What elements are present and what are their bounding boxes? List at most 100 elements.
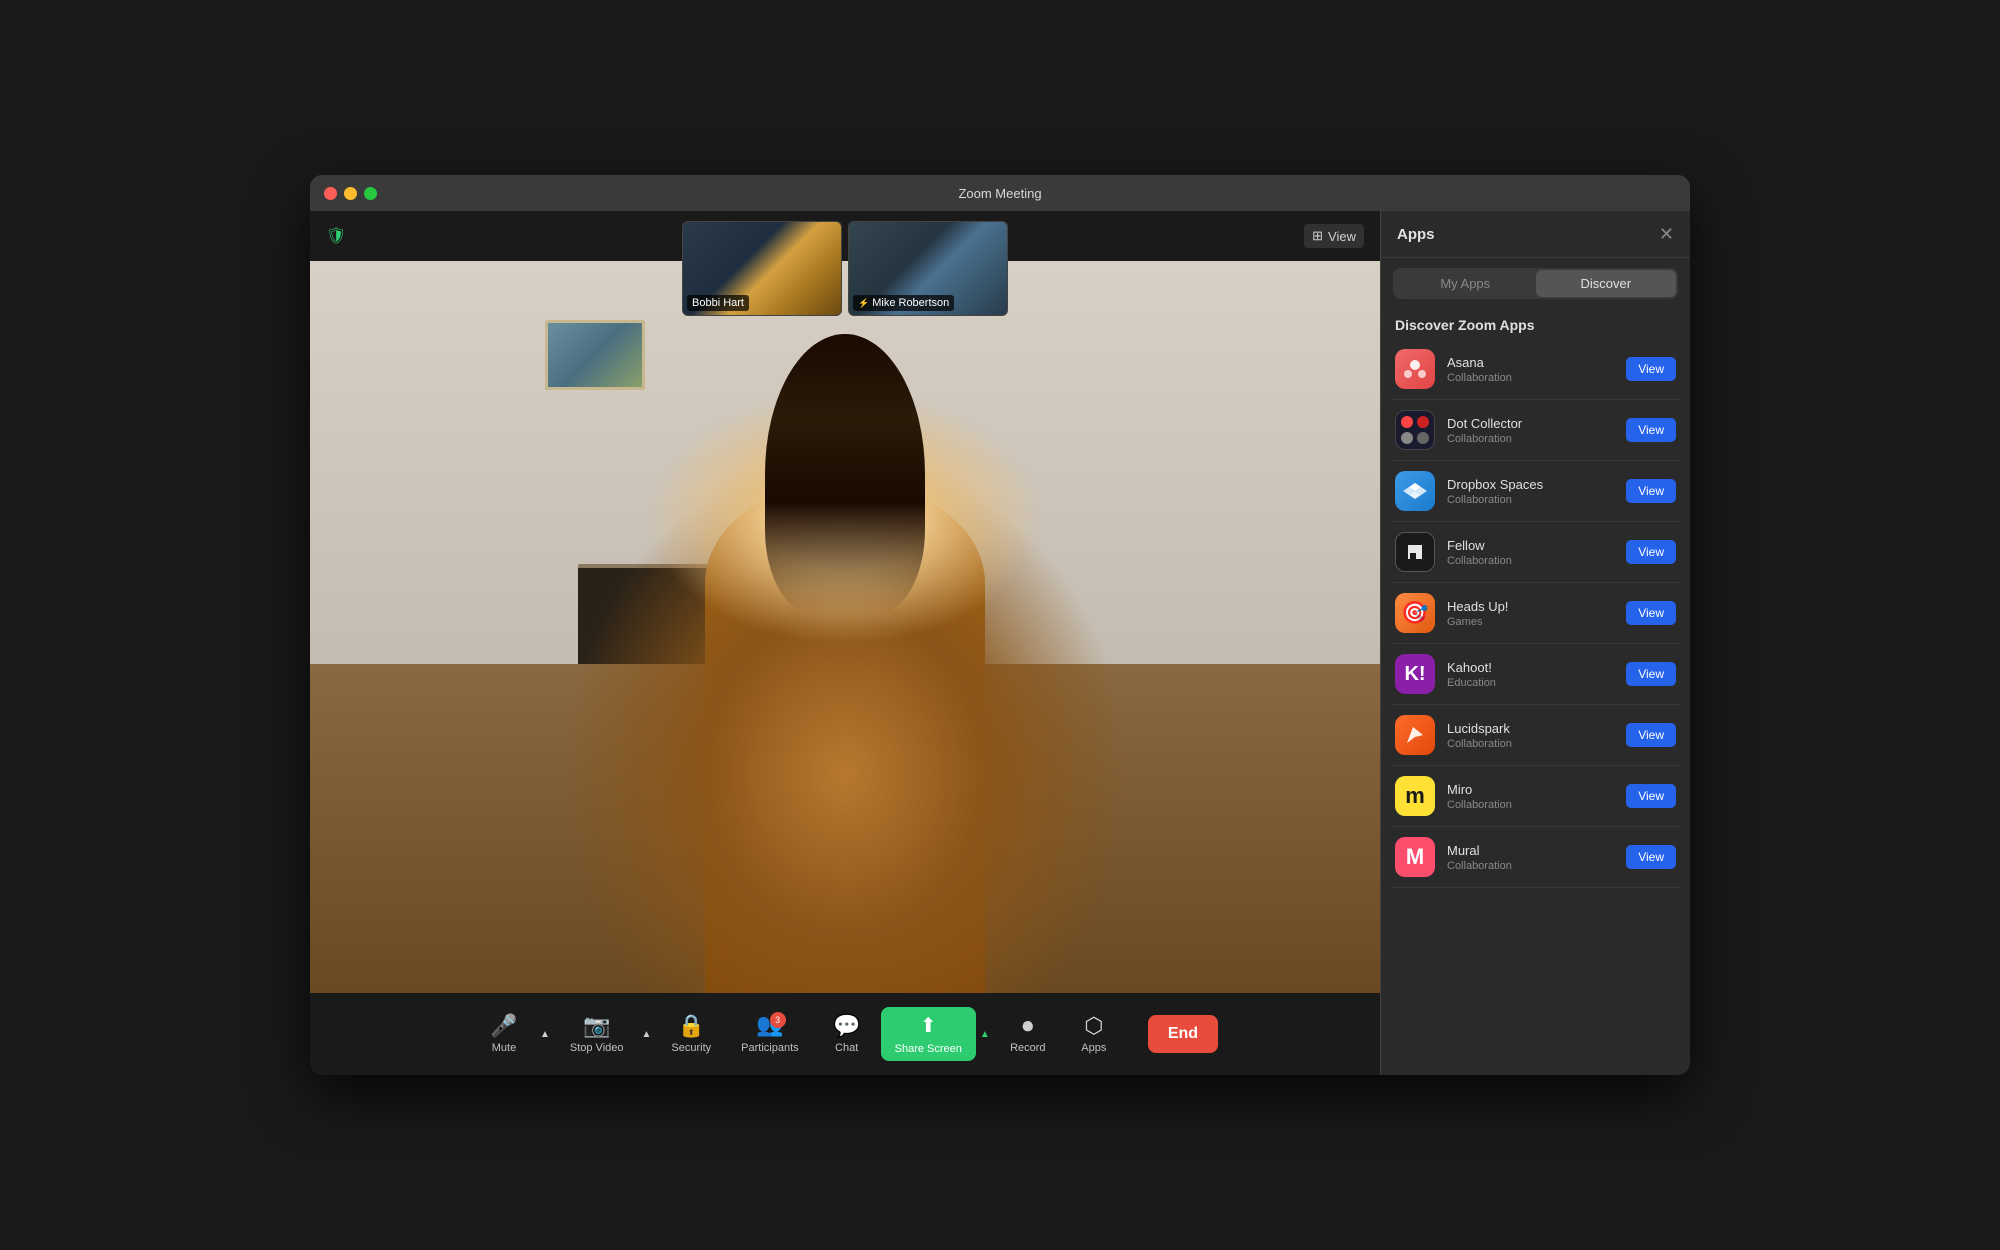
video-chevron[interactable]: ▲ bbox=[638, 1023, 656, 1046]
top-bar: 🛡 Bobbi Hart ⚡ Mike Robertson bbox=[310, 211, 1380, 261]
participants-label: Participants bbox=[741, 1042, 798, 1054]
record-button[interactable]: ⏺ Record bbox=[996, 1009, 1060, 1060]
dot-collector-name: Dot Collector bbox=[1447, 416, 1614, 431]
app-item-asana: Asana Collaboration View bbox=[1391, 339, 1680, 400]
asana-info: Asana Collaboration bbox=[1447, 355, 1614, 384]
asana-view-button[interactable]: View bbox=[1626, 357, 1676, 381]
app-item-lucidspark: Lucidspark Collaboration View bbox=[1391, 705, 1680, 766]
minimize-window-button[interactable] bbox=[344, 187, 357, 200]
fellow-view-button[interactable]: View bbox=[1626, 540, 1676, 564]
share-screen-button[interactable]: ⬆ Share Screen bbox=[881, 1007, 976, 1061]
chat-label: Chat bbox=[835, 1042, 858, 1054]
close-window-button[interactable] bbox=[324, 187, 337, 200]
maximize-window-button[interactable] bbox=[364, 187, 377, 200]
headsup-view-button[interactable]: View bbox=[1626, 601, 1676, 625]
mic-indicator-icon: ⚡ bbox=[858, 298, 869, 309]
security-icon: 🔒 bbox=[678, 1015, 705, 1037]
view-button[interactable]: ⊞ View bbox=[1304, 224, 1364, 248]
mute-label: Mute bbox=[492, 1042, 516, 1054]
dot-collector-category: Collaboration bbox=[1447, 433, 1614, 445]
chat-button[interactable]: 💬 Chat bbox=[815, 1009, 879, 1060]
camera-icon: 📷 bbox=[583, 1015, 610, 1037]
stop-video-label: Stop Video bbox=[570, 1042, 624, 1054]
dot-collector-info: Dot Collector Collaboration bbox=[1447, 416, 1614, 445]
stop-video-button[interactable]: 📷 Stop Video bbox=[556, 1009, 638, 1060]
miro-icon: m bbox=[1395, 776, 1435, 816]
thumbnail-mike[interactable]: ⚡ Mike Robertson bbox=[848, 221, 1008, 316]
headsup-category: Games bbox=[1447, 616, 1614, 628]
app-item-dot-collector: Dot Collector Collaboration View bbox=[1391, 400, 1680, 461]
app-item-headsup: 🎯 Heads Up! Games View bbox=[1391, 583, 1680, 644]
asana-name: Asana bbox=[1447, 355, 1614, 370]
apps-list: Asana Collaboration View bbox=[1381, 339, 1690, 1075]
microphone-icon: 🎤 bbox=[490, 1015, 517, 1037]
participants-button[interactable]: 👥 3 Participants bbox=[727, 1008, 812, 1060]
participants-icon-wrap: 👥 3 bbox=[756, 1014, 783, 1037]
security-label: Security bbox=[671, 1042, 711, 1054]
share-icon-wrap: ⬆ bbox=[920, 1013, 937, 1038]
mute-chevron[interactable]: ▲ bbox=[536, 1023, 554, 1046]
mural-category: Collaboration bbox=[1447, 860, 1614, 872]
view-label: View bbox=[1328, 229, 1356, 244]
dropbox-info: Dropbox Spaces Collaboration bbox=[1447, 477, 1614, 506]
thumbnail-bobbi[interactable]: Bobbi Hart bbox=[682, 221, 842, 316]
mute-group: 🎤 Mute ▲ bbox=[472, 1009, 554, 1060]
security-badge: 🛡 bbox=[326, 226, 346, 246]
share-screen-group: ⬆ Share Screen ▲ bbox=[881, 1007, 994, 1061]
person-hair bbox=[765, 334, 925, 614]
shield-icon: 🛡 bbox=[326, 226, 346, 246]
dot-collector-view-button[interactable]: View bbox=[1626, 418, 1676, 442]
view-icon: ⊞ bbox=[1312, 228, 1323, 244]
apps-icon: ⬡ bbox=[1084, 1015, 1103, 1037]
share-chevron[interactable]: ▲ bbox=[976, 1023, 994, 1046]
miro-info: Miro Collaboration bbox=[1447, 782, 1614, 811]
headsup-info: Heads Up! Games bbox=[1447, 599, 1614, 628]
mural-info: Mural Collaboration bbox=[1447, 843, 1614, 872]
app-item-dropbox: Dropbox Spaces Collaboration View bbox=[1391, 461, 1680, 522]
end-button[interactable]: End bbox=[1148, 1015, 1218, 1053]
zoom-window: Zoom Meeting 🛡 Bobbi Hart bbox=[310, 175, 1690, 1075]
fellow-name: Fellow bbox=[1447, 538, 1614, 553]
record-icon: ⏺ bbox=[1022, 1015, 1033, 1037]
fellow-category: Collaboration bbox=[1447, 555, 1614, 567]
main-video-background bbox=[310, 261, 1380, 993]
dropbox-view-button[interactable]: View bbox=[1626, 479, 1676, 503]
kahoot-view-button[interactable]: View bbox=[1626, 662, 1676, 686]
video-section: 🛡 Bobbi Hart ⚡ Mike Robertson bbox=[310, 211, 1380, 1075]
participant-name-bobbi: Bobbi Hart bbox=[692, 297, 744, 309]
title-bar: Zoom Meeting bbox=[310, 175, 1690, 211]
security-button[interactable]: 🔒 Security bbox=[657, 1009, 725, 1060]
lucidspark-name: Lucidspark bbox=[1447, 721, 1614, 736]
dropbox-icon bbox=[1395, 471, 1435, 511]
apps-panel: Apps ✕ My Apps Discover Discover Zoom Ap… bbox=[1380, 211, 1690, 1075]
kahoot-category: Education bbox=[1447, 677, 1614, 689]
participant-thumbnails: Bobbi Hart ⚡ Mike Robertson bbox=[682, 221, 1008, 316]
lucidspark-category: Collaboration bbox=[1447, 738, 1614, 750]
record-label: Record bbox=[1010, 1042, 1045, 1054]
mural-view-button[interactable]: View bbox=[1626, 845, 1676, 869]
window-controls bbox=[324, 187, 377, 200]
close-apps-panel-button[interactable]: ✕ bbox=[1659, 225, 1674, 243]
discover-section-title: Discover Zoom Apps bbox=[1381, 309, 1690, 339]
lucidspark-view-button[interactable]: View bbox=[1626, 723, 1676, 747]
headsup-name: Heads Up! bbox=[1447, 599, 1614, 614]
kahoot-info: Kahoot! Education bbox=[1447, 660, 1614, 689]
app-item-mural: M Mural Collaboration View bbox=[1391, 827, 1680, 888]
miro-name: Miro bbox=[1447, 782, 1614, 797]
toolbar: 🎤 Mute ▲ 📷 Stop Video ▲ 🔒 Security bbox=[310, 993, 1380, 1075]
apps-panel-header: Apps ✕ bbox=[1381, 211, 1690, 258]
dropbox-category: Collaboration bbox=[1447, 494, 1614, 506]
mute-button[interactable]: 🎤 Mute bbox=[472, 1009, 536, 1060]
apps-button[interactable]: ⬡ Apps bbox=[1062, 1009, 1126, 1060]
share-screen-label: Share Screen bbox=[895, 1043, 962, 1055]
dropbox-name: Dropbox Spaces bbox=[1447, 477, 1614, 492]
asana-category: Collaboration bbox=[1447, 372, 1614, 384]
tab-my-apps[interactable]: My Apps bbox=[1395, 270, 1536, 297]
main-video-area bbox=[310, 261, 1380, 993]
participants-count-badge: 3 bbox=[770, 1012, 786, 1028]
fellow-icon bbox=[1395, 532, 1435, 572]
miro-view-button[interactable]: View bbox=[1626, 784, 1676, 808]
tab-discover[interactable]: Discover bbox=[1536, 270, 1677, 297]
fellow-info: Fellow Collaboration bbox=[1447, 538, 1614, 567]
headsup-icon: 🎯 bbox=[1395, 593, 1435, 633]
